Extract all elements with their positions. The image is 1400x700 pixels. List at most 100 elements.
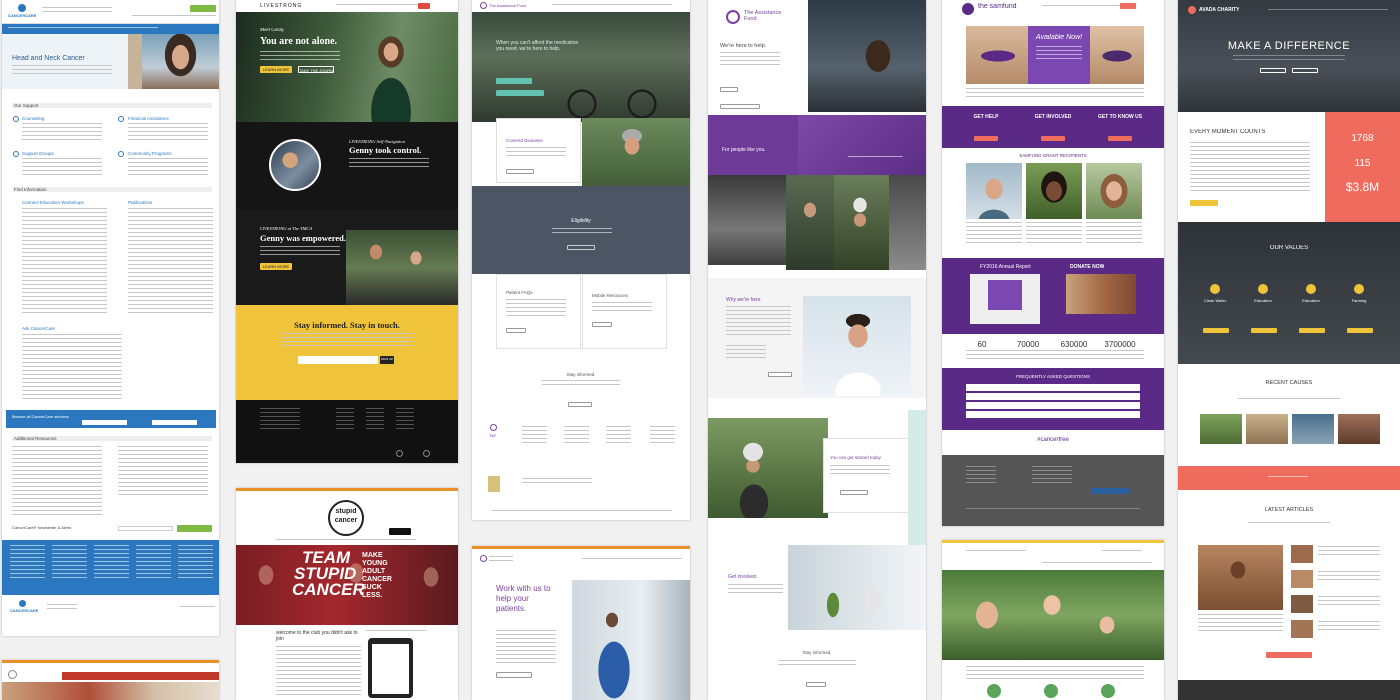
support-groups[interactable]: Support Groups bbox=[22, 151, 54, 156]
col-get-to-know[interactable]: GET TO KNOW US bbox=[1090, 114, 1150, 120]
donate-button[interactable] bbox=[190, 5, 216, 12]
gallery-photo-1 bbox=[708, 175, 786, 265]
support-financial[interactable]: Financial Assistance bbox=[128, 116, 169, 121]
edu-workshops[interactable]: Connect Education Workshops bbox=[22, 200, 84, 205]
avada-logo[interactable]: AVADA CHARITY bbox=[1199, 7, 1239, 13]
value-btn-3[interactable] bbox=[1299, 328, 1325, 333]
hero-btn-1[interactable] bbox=[1260, 68, 1286, 73]
newsletter-submit[interactable] bbox=[177, 525, 212, 532]
signup-button[interactable]: SIGN UP bbox=[380, 356, 394, 364]
faq-title: FREQUENTLY ASKED QUESTIONS bbox=[1016, 374, 1090, 379]
footer-col-3 bbox=[366, 408, 384, 432]
col-get-involved[interactable]: GET INVOLVED bbox=[1023, 114, 1083, 120]
orange-top-strip bbox=[236, 488, 458, 491]
faq-row-2[interactable] bbox=[966, 393, 1140, 400]
recipient-text-1 bbox=[966, 222, 1022, 246]
newsletter-input[interactable] bbox=[118, 526, 173, 531]
browse-select-2[interactable] bbox=[152, 420, 197, 425]
faq-button[interactable] bbox=[506, 328, 526, 333]
self-nav-circle-photo bbox=[269, 139, 321, 191]
stay-informed-title: Stay informed. Stay in touch. bbox=[294, 320, 400, 330]
hero-btn-2[interactable] bbox=[1292, 68, 1318, 73]
samfund-b-page bbox=[942, 540, 1164, 700]
education-icon-2 bbox=[1306, 284, 1316, 294]
article-thumb-1 bbox=[1291, 545, 1313, 563]
work-button[interactable] bbox=[496, 672, 532, 678]
social-bar bbox=[366, 630, 426, 633]
samfund-logo[interactable]: the samfund bbox=[978, 3, 1017, 10]
samfund-page: the samfund Available Now! GET HELP GET … bbox=[942, 0, 1164, 526]
groups-text bbox=[22, 158, 102, 178]
financial-text bbox=[128, 123, 208, 143]
donate-now[interactable]: DONATE NOW bbox=[1070, 264, 1104, 270]
partial-page-bottom-left bbox=[2, 660, 219, 700]
col-get-help[interactable]: GET HELP bbox=[956, 114, 1016, 120]
ask-cancercare[interactable]: Ask CancerCare bbox=[22, 326, 55, 331]
covered-title: Covered Diseases bbox=[506, 138, 543, 143]
hero-text bbox=[260, 51, 340, 61]
stay-button[interactable] bbox=[806, 682, 826, 687]
resources-right bbox=[118, 446, 208, 496]
ymca-learn-more[interactable]: LEARN MORE bbox=[260, 263, 292, 270]
email-input[interactable] bbox=[298, 356, 378, 364]
why-button[interactable] bbox=[768, 372, 792, 377]
faq-row-1[interactable] bbox=[966, 384, 1140, 391]
hero-learn-more[interactable]: LEARN MORE bbox=[260, 66, 292, 73]
taf-b-logo[interactable]: The Assistance Fund bbox=[744, 10, 794, 22]
footer-col-1 bbox=[260, 408, 300, 432]
samfund-donate-button[interactable] bbox=[1120, 3, 1136, 9]
faq-row-3[interactable] bbox=[966, 402, 1140, 409]
taf-logo[interactable]: The Assistance Fund bbox=[489, 3, 526, 8]
helmet-rider-photo bbox=[708, 418, 828, 518]
taf-legal bbox=[522, 478, 592, 486]
browse-select-1[interactable] bbox=[82, 420, 127, 425]
we-are-here: We're here to help. bbox=[720, 43, 767, 49]
col-btn-1[interactable] bbox=[974, 136, 998, 141]
ymca-text bbox=[260, 246, 340, 258]
hero-sub bbox=[1233, 55, 1345, 60]
for-people-text bbox=[848, 156, 903, 160]
taf-hero-btn-2[interactable] bbox=[496, 90, 544, 96]
livestrong-logo[interactable]: LIVESTRONG bbox=[260, 3, 302, 9]
workshops-list bbox=[22, 208, 107, 313]
cause-photo-4 bbox=[1338, 414, 1380, 444]
hero-photo-woman bbox=[142, 34, 219, 89]
cancercare-logo[interactable]: CANCERCARE bbox=[8, 13, 36, 18]
edu-publications[interactable]: Publications bbox=[128, 200, 152, 205]
footer-logo-icon bbox=[19, 600, 26, 607]
value-btn-1[interactable] bbox=[1203, 328, 1229, 333]
stupidcancer-page: stupid cancer TEAM STUPID CANCER MAKE YO… bbox=[236, 488, 458, 700]
eligibility-button[interactable] bbox=[567, 245, 595, 250]
articles-button[interactable] bbox=[1266, 652, 1312, 658]
why-links bbox=[726, 345, 766, 361]
value-btn-4[interactable] bbox=[1347, 328, 1373, 333]
livestrong-donate-button[interactable] bbox=[418, 3, 430, 9]
faq-row-4[interactable] bbox=[966, 411, 1140, 418]
help-button-2[interactable] bbox=[720, 104, 760, 109]
counts-button[interactable] bbox=[1190, 200, 1218, 206]
start-button[interactable] bbox=[840, 490, 868, 495]
eligibility-title: Eligibility bbox=[571, 218, 591, 224]
work-with-us: Work with us to help your patients. bbox=[496, 584, 551, 613]
taf-hero-btn-1[interactable] bbox=[496, 78, 532, 84]
col-btn-2[interactable] bbox=[1041, 136, 1065, 141]
value-btn-2[interactable] bbox=[1251, 328, 1277, 333]
recipient-photo-3 bbox=[1086, 163, 1142, 219]
article-list-1 bbox=[1318, 546, 1380, 558]
latest-articles: LATEST ARTICLES bbox=[1264, 507, 1314, 513]
resources-title: Mobile Resources bbox=[592, 293, 629, 298]
col-btn-3[interactable] bbox=[1108, 136, 1132, 141]
samfund-footer-col-2 bbox=[1032, 466, 1072, 486]
stay-button[interactable] bbox=[568, 402, 592, 407]
support-counseling[interactable]: Counseling bbox=[22, 116, 45, 121]
ymca-label: LIVESTRONG at The YMCA bbox=[260, 226, 313, 231]
footer-links-1 bbox=[10, 545, 45, 580]
resources-button[interactable] bbox=[592, 322, 612, 327]
support-community[interactable]: Community Programs bbox=[128, 151, 172, 156]
hero-take-journey[interactable]: TAKE THE JOURNEY bbox=[298, 66, 334, 73]
help-button-1[interactable] bbox=[720, 87, 738, 92]
faq-text bbox=[506, 299, 566, 319]
article-list-3 bbox=[1318, 596, 1380, 608]
covered-button[interactable] bbox=[506, 169, 534, 174]
app-store-badge[interactable] bbox=[389, 528, 411, 535]
